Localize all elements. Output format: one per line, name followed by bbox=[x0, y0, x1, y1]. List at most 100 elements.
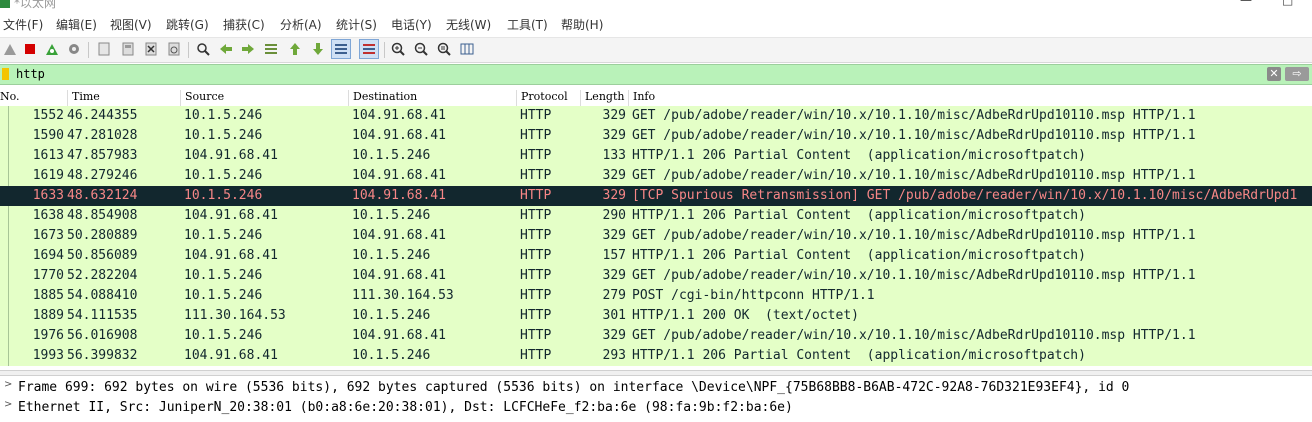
cell-source: 10.1.5.246 bbox=[184, 108, 263, 123]
menu-edit[interactable]: 编辑(E) bbox=[53, 16, 100, 33]
detail-row-frame[interactable]: > Frame 699: 692 bytes on wire (5536 bit… bbox=[0, 377, 1312, 397]
cell-info: HTTP/1.1 206 Partial Content (applicatio… bbox=[632, 248, 1086, 263]
table-row[interactable]: 1885 54.088410 10.1.5.246 111.30.164.53 HTTP… bbox=[0, 286, 1312, 306]
column-header-info[interactable]: Info bbox=[628, 90, 1312, 106]
go-back-icon[interactable] bbox=[218, 41, 234, 57]
zoom-normal-icon[interactable] bbox=[436, 41, 452, 57]
close-file-icon[interactable] bbox=[143, 41, 159, 57]
clear-filter-icon[interactable]: ✕ bbox=[1267, 67, 1281, 81]
menu-capture[interactable]: 捕获(C) bbox=[220, 16, 268, 33]
minimize-button[interactable]: — bbox=[1240, 0, 1252, 7]
auto-scroll-icon[interactable] bbox=[331, 39, 351, 59]
save-file-icon[interactable] bbox=[120, 41, 136, 57]
cell-protocol: HTTP bbox=[520, 108, 552, 123]
cell-no: 1889 bbox=[32, 308, 64, 323]
cell-time: 52.282204 bbox=[67, 268, 138, 283]
colorize-icon[interactable] bbox=[359, 39, 379, 59]
menu-go[interactable]: 跳转(G) bbox=[163, 16, 212, 33]
cell-info: HTTP/1.1 206 Partial Content (applicatio… bbox=[632, 148, 1086, 163]
table-row[interactable]: 1673 50.280889 10.1.5.246 104.91.68.41 HTTP 3… bbox=[0, 226, 1312, 246]
apply-filter-icon[interactable]: ⇨ bbox=[1285, 67, 1309, 81]
cell-destination: 111.30.164.53 bbox=[352, 288, 454, 303]
cell-source: 111.30.164.53 bbox=[184, 308, 286, 323]
cell-destination: 10.1.5.246 bbox=[352, 348, 431, 363]
cell-length: 133 bbox=[602, 148, 626, 163]
cell-length: 301 bbox=[602, 308, 626, 323]
main-toolbar bbox=[0, 37, 1312, 63]
table-row[interactable]: 1993 56.399832 104.91.68.41 10.1.5.246 HTTP 2… bbox=[0, 346, 1312, 366]
capture-options-icon[interactable] bbox=[66, 41, 82, 57]
packet-details-pane: > Frame 699: 692 bytes on wire (5536 bit… bbox=[0, 377, 1312, 422]
cell-destination: 104.91.68.41 bbox=[352, 268, 446, 283]
go-to-packet-icon[interactable] bbox=[263, 41, 279, 57]
cell-destination: 10.1.5.246 bbox=[352, 248, 431, 263]
cell-time: 50.856089 bbox=[67, 248, 138, 263]
table-row-selected[interactable]: 1633 48.632124 10.1.5.246 104.91.68.41 HTTP 3… bbox=[0, 186, 1312, 206]
cell-time: 54.088410 bbox=[67, 288, 138, 303]
table-row[interactable]: 1889 54.111535 111.30.164.53 10.1.5.246 HTTP… bbox=[0, 306, 1312, 326]
go-last-icon[interactable] bbox=[310, 41, 326, 57]
toolbar-separator bbox=[188, 42, 189, 58]
cell-source: 104.91.68.41 bbox=[184, 148, 278, 163]
cell-destination: 10.1.5.246 bbox=[352, 148, 431, 163]
cell-destination: 104.91.68.41 bbox=[352, 128, 446, 143]
cell-protocol: HTTP bbox=[520, 208, 552, 223]
expand-arrow-icon[interactable]: > bbox=[4, 379, 12, 390]
cell-destination: 104.91.68.41 bbox=[352, 108, 446, 123]
cell-source: 10.1.5.246 bbox=[184, 328, 263, 343]
find-packet-icon[interactable] bbox=[195, 41, 211, 57]
zoom-out-icon[interactable] bbox=[413, 41, 429, 57]
cell-no: 1633 bbox=[32, 188, 64, 203]
menu-analyze[interactable]: 分析(A) bbox=[277, 16, 325, 33]
display-filter-input[interactable]: http bbox=[16, 66, 1256, 83]
cell-length: 157 bbox=[602, 248, 626, 263]
cell-length: 329 bbox=[602, 268, 626, 283]
menu-telephony[interactable]: 电话(Y) bbox=[388, 16, 435, 33]
open-file-icon[interactable] bbox=[96, 41, 112, 57]
cell-info: GET /pub/adobe/reader/win/10.x/10.1.10/m… bbox=[632, 268, 1196, 283]
menu-tools[interactable]: 工具(T) bbox=[504, 16, 551, 33]
cell-no: 1638 bbox=[32, 208, 64, 223]
cell-no: 1694 bbox=[32, 248, 64, 263]
table-row[interactable]: 1694 50.856089 104.91.68.41 10.1.5.246 HTTP 1… bbox=[0, 246, 1312, 266]
cell-time: 56.016908 bbox=[67, 328, 138, 343]
table-row[interactable]: 1770 52.282204 10.1.5.246 104.91.68.41 HTTP 3… bbox=[0, 266, 1312, 286]
go-first-icon[interactable] bbox=[287, 41, 303, 57]
column-header-no[interactable]: No. bbox=[0, 90, 67, 106]
menu-help[interactable]: 帮助(H) bbox=[558, 16, 606, 33]
column-header-length[interactable]: Length bbox=[580, 90, 628, 106]
menu-file[interactable]: 文件(F) bbox=[0, 16, 46, 33]
cell-length: 329 bbox=[602, 228, 626, 243]
table-row[interactable]: 1619 48.279246 10.1.5.246 104.91.68.41 HTTP 3… bbox=[0, 166, 1312, 186]
table-row[interactable]: 1976 56.016908 10.1.5.246 104.91.68.41 HTTP 3… bbox=[0, 326, 1312, 346]
menu-wireless[interactable]: 无线(W) bbox=[443, 16, 494, 33]
reload-icon[interactable] bbox=[166, 41, 182, 57]
stop-capture-icon[interactable] bbox=[22, 41, 38, 57]
table-row[interactable]: 1638 48.854908 104.91.68.41 10.1.5.246 HTTP 2… bbox=[0, 206, 1312, 226]
column-header-time[interactable]: Time bbox=[67, 90, 180, 106]
cell-source: 10.1.5.246 bbox=[184, 268, 263, 283]
cell-protocol: HTTP bbox=[520, 168, 552, 183]
cell-info: HTTP/1.1 200 OK (text/octet) bbox=[632, 308, 859, 323]
pane-splitter[interactable] bbox=[0, 370, 1312, 376]
zoom-in-icon[interactable] bbox=[390, 41, 406, 57]
menu-view[interactable]: 视图(V) bbox=[107, 16, 155, 33]
column-header-protocol[interactable]: Protocol bbox=[516, 90, 580, 106]
expand-arrow-icon[interactable]: > bbox=[4, 399, 12, 410]
shark-fin-start-icon[interactable] bbox=[2, 41, 18, 57]
resize-columns-icon[interactable] bbox=[459, 41, 475, 57]
go-forward-icon[interactable] bbox=[240, 41, 256, 57]
cell-destination: 104.91.68.41 bbox=[352, 168, 446, 183]
table-row[interactable]: 1552 46.244355 10.1.5.246 104.91.68.41 HTTP 3… bbox=[0, 106, 1312, 126]
table-row[interactable]: 1613 47.857983 104.91.68.41 10.1.5.246 HTTP 1… bbox=[0, 146, 1312, 166]
restart-capture-icon[interactable] bbox=[44, 41, 60, 57]
filter-bookmark-icon[interactable] bbox=[2, 68, 9, 80]
menu-statistics[interactable]: 统计(S) bbox=[333, 16, 380, 33]
detail-row-ethernet[interactable]: > Ethernet II, Src: JuniperN_20:38:01 (b… bbox=[0, 397, 1312, 417]
column-header-destination[interactable]: Destination bbox=[348, 90, 516, 106]
maximize-button[interactable]: □ bbox=[1282, 0, 1293, 7]
column-header-source[interactable]: Source bbox=[180, 90, 348, 106]
table-row[interactable]: 1590 47.281028 10.1.5.246 104.91.68.41 HTTP 3… bbox=[0, 126, 1312, 146]
cell-info: GET /pub/adobe/reader/win/10.x/10.1.10/m… bbox=[632, 108, 1196, 123]
cell-time: 54.111535 bbox=[67, 308, 138, 323]
